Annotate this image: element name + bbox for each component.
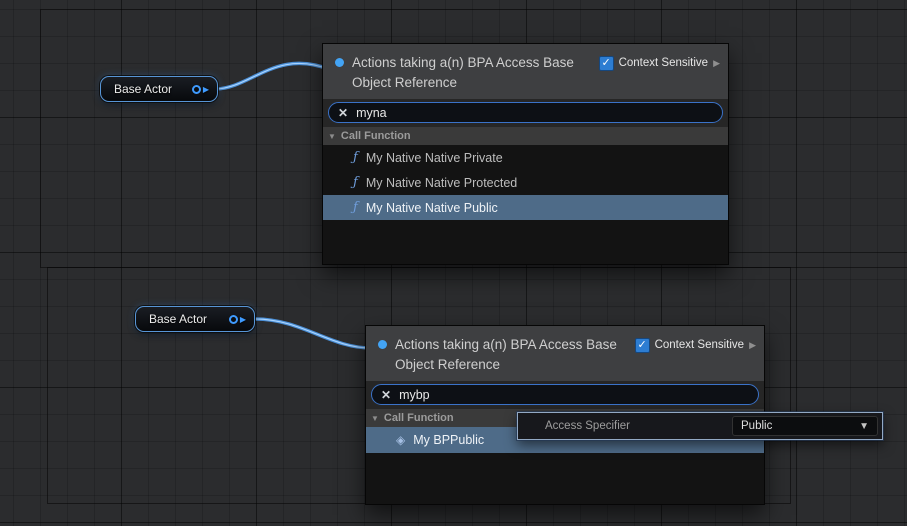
wire-bottom[interactable] — [255, 319, 371, 348]
clear-search-icon[interactable]: ✕ — [381, 389, 391, 401]
context-action-menu-top: Actions taking a(n) BPA Access Base Obje… — [322, 43, 729, 265]
object-pin-dot-icon — [378, 340, 387, 349]
search-box[interactable]: ✕ — [328, 102, 723, 123]
context-sensitive-checkbox[interactable]: ✓ — [635, 338, 650, 353]
menu-header: Actions taking a(n) BPA Access Base Obje… — [366, 326, 764, 381]
search-row: ✕ — [323, 99, 728, 127]
object-pin-icon — [192, 85, 201, 94]
category-call-function[interactable]: ▼ Call Function — [323, 127, 728, 145]
menu-header: Actions taking a(n) BPA Access Base Obje… — [323, 44, 728, 99]
object-pin-icon — [229, 315, 238, 324]
menu-title: Actions taking a(n) BPA Access Base Obje… — [395, 335, 635, 374]
triangle-down-icon: ▼ — [328, 132, 336, 141]
clear-search-icon[interactable]: ✕ — [338, 107, 348, 119]
object-pin[interactable]: ▶ — [229, 315, 246, 324]
list-item-my-native-native-public[interactable]: ƒ My Native Native Public — [323, 195, 728, 220]
object-pin[interactable]: ▶ — [192, 85, 209, 94]
node-label: Base Actor — [149, 312, 207, 326]
list-item-label: My Native Native Private — [366, 151, 503, 165]
triangle-down-icon: ▼ — [371, 414, 379, 423]
list-item-label: My Native Native Public — [366, 201, 498, 215]
pin-arrow-icon: ▶ — [203, 85, 209, 94]
wire-top[interactable] — [216, 63, 331, 89]
access-specifier-dropdown[interactable]: Public ▼ — [732, 416, 878, 436]
list-item-label: My Native Native Protected — [366, 176, 517, 190]
chevron-right-icon[interactable]: ▶ — [713, 56, 720, 71]
category-label: Call Function — [384, 412, 454, 424]
search-input[interactable] — [356, 106, 713, 120]
function-icon: ƒ — [353, 175, 358, 190]
wire-bottom-highlight — [255, 319, 371, 348]
node-base-actor-bottom[interactable]: Base Actor ▶ — [135, 306, 255, 332]
context-sensitive-label: Context Sensitive — [619, 56, 709, 71]
node-label: Base Actor — [114, 82, 172, 96]
access-specifier-value: Public — [741, 420, 772, 432]
object-pin-dot-icon — [335, 58, 344, 67]
list-item-my-native-native-private[interactable]: ƒ My Native Native Private — [323, 145, 728, 170]
search-box[interactable]: ✕ — [371, 384, 759, 405]
search-input[interactable] — [399, 388, 749, 402]
list-item-label: My BPPublic — [413, 433, 484, 447]
search-row: ✕ — [366, 381, 764, 409]
blueprint-function-icon: ◈ — [396, 433, 405, 447]
access-specifier-label: Access Specifier — [518, 420, 732, 432]
function-icon: ƒ — [353, 150, 358, 165]
node-base-actor-top[interactable]: Base Actor ▶ — [100, 76, 218, 102]
context-sensitive-toggle[interactable]: ✓ Context Sensitive ▶ — [599, 53, 720, 92]
context-sensitive-toggle[interactable]: ✓ Context Sensitive ▶ — [635, 335, 756, 374]
category-label: Call Function — [341, 130, 411, 142]
menu-title: Actions taking a(n) BPA Access Base Obje… — [352, 53, 597, 92]
caret-down-icon: ▼ — [859, 421, 869, 432]
blueprint-graph-canvas[interactable]: Base Actor ▶ Base Actor ▶ Actions taking… — [0, 0, 907, 526]
context-sensitive-checkbox[interactable]: ✓ — [599, 56, 614, 71]
pin-arrow-icon: ▶ — [240, 315, 246, 324]
list-item-my-native-native-protected[interactable]: ƒ My Native Native Protected — [323, 170, 728, 195]
wire-top-highlight — [216, 63, 331, 89]
context-sensitive-label: Context Sensitive — [655, 338, 745, 353]
access-specifier-panel: Access Specifier Public ▼ — [517, 412, 883, 440]
chevron-right-icon[interactable]: ▶ — [749, 338, 756, 353]
function-icon: ƒ — [353, 200, 358, 215]
action-list: ƒ My Native Native Private ƒ My Native N… — [323, 145, 728, 264]
